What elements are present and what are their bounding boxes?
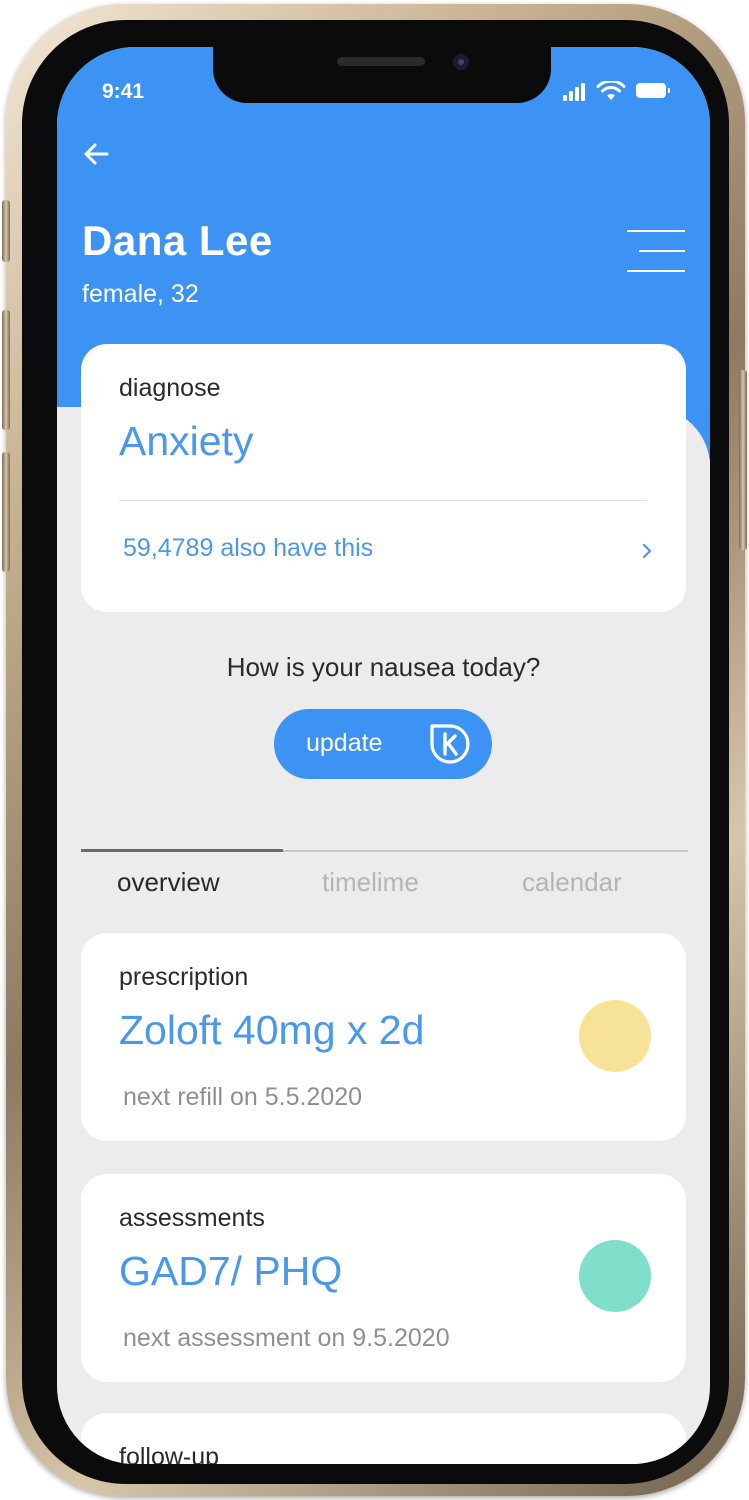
prescription-card[interactable]: prescription Zoloft 40mg x 2d next refil… xyxy=(81,933,686,1141)
wifi-icon xyxy=(596,81,626,100)
app-screen: 9:41 Dana Lee female, 32 diagnose Anxiet… xyxy=(57,47,710,1464)
front-camera xyxy=(453,54,469,70)
card-divider xyxy=(119,500,647,501)
tab-overview[interactable]: overview xyxy=(117,867,220,898)
status-icons xyxy=(563,81,683,101)
status-time: 9:41 xyxy=(102,80,145,103)
arrow-left-icon[interactable] xyxy=(79,137,113,171)
assessments-card[interactable]: assessments GAD7/ PHQ next assessment on… xyxy=(81,1174,686,1382)
follow-up-card[interactable]: follow-up xyxy=(81,1413,686,1464)
chevron-right-icon xyxy=(642,543,652,559)
prescription-refill-date: next refill on 5.5.2020 xyxy=(123,1083,363,1111)
patient-name: Dana Lee xyxy=(82,217,273,264)
symptom-question: How is your nausea today? xyxy=(226,652,541,682)
assessments-status-dot xyxy=(579,1240,651,1312)
diagnosis-card: diagnose Anxiety 59,4789 also have this xyxy=(81,344,686,612)
power-button xyxy=(739,370,747,550)
diagnosis-value: Anxiety xyxy=(119,418,254,464)
k-logo-icon xyxy=(430,724,470,764)
tab-active-indicator xyxy=(81,849,283,852)
prescription-value: Zoloft 40mg x 2d xyxy=(119,1007,425,1053)
assessments-label: assessments xyxy=(119,1204,265,1232)
prescription-label: prescription xyxy=(119,963,249,991)
similar-patients-link[interactable]: 59,4789 also have this xyxy=(119,530,659,570)
menu-icon[interactable] xyxy=(627,230,685,272)
update-button[interactable]: update xyxy=(274,709,492,779)
patient-demographics: female, 32 xyxy=(82,280,199,308)
assessments-value: GAD7/ PHQ xyxy=(119,1248,343,1294)
volume-up-button xyxy=(2,310,10,430)
device-notch xyxy=(213,47,551,103)
diagnosis-label: diagnose xyxy=(119,374,221,402)
tab-calendar[interactable]: calendar xyxy=(522,867,622,898)
similar-patients-text: 59,4789 also have this xyxy=(123,534,374,562)
battery-icon xyxy=(636,83,670,98)
tab-timeline[interactable]: timelime xyxy=(322,867,419,898)
prescription-status-dot xyxy=(579,1000,651,1072)
silent-switch xyxy=(2,200,10,262)
update-button-label: update xyxy=(306,729,383,757)
follow-up-label: follow-up xyxy=(119,1443,220,1464)
assessments-next-date: next assessment on 9.5.2020 xyxy=(123,1324,450,1352)
speaker-grille xyxy=(337,57,425,66)
volume-down-button xyxy=(2,452,10,572)
